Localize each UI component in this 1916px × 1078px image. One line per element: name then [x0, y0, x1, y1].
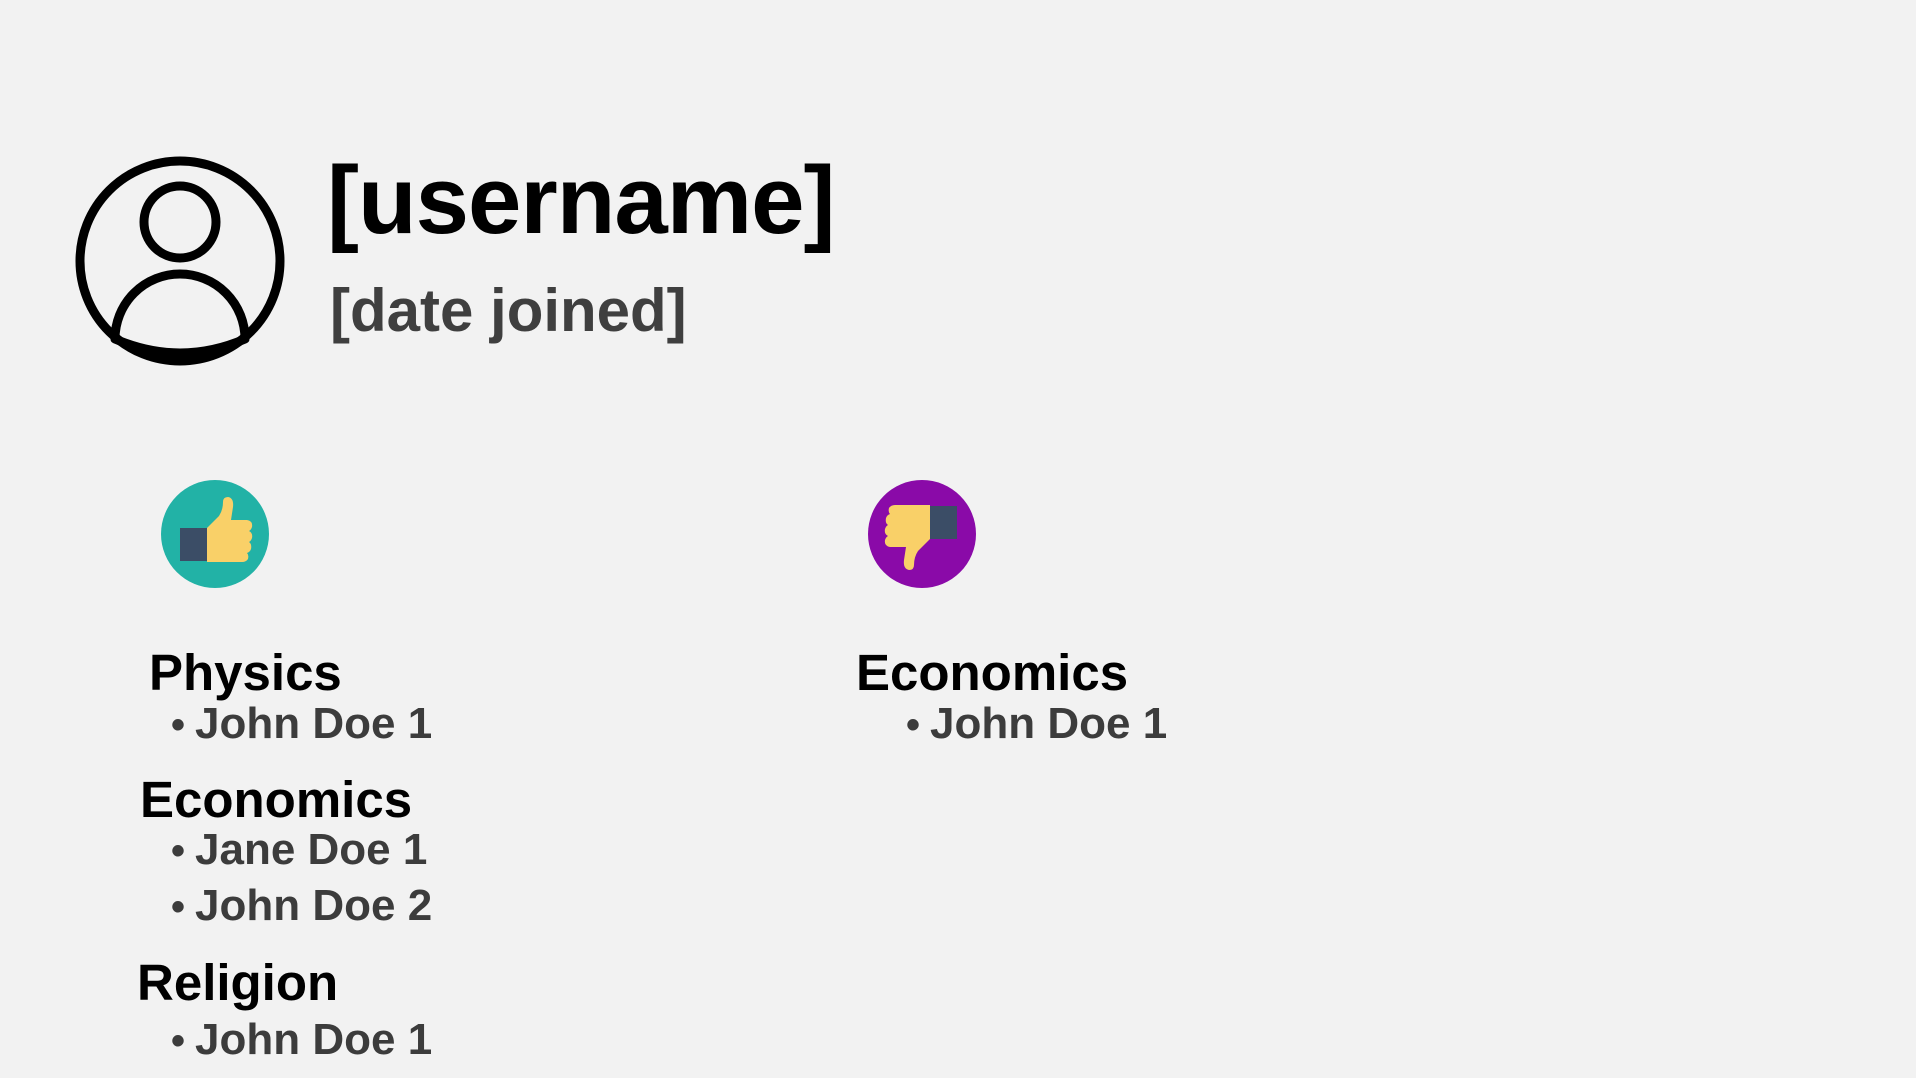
person-name: John Doe 2 — [195, 881, 433, 930]
thumbs-up-icon[interactable] — [161, 480, 269, 588]
username-title: [username] — [327, 147, 835, 254]
bullet: • — [171, 1019, 186, 1063]
person-name: John Doe 1 — [195, 1015, 433, 1064]
person-name: Jane Doe 1 — [195, 825, 428, 874]
likes-topic-physics: Physics — [149, 644, 342, 701]
date-joined-text: [date joined] — [330, 277, 687, 344]
list-item[interactable]: • Jane Doe 1 — [171, 828, 427, 872]
list-item[interactable]: • John Doe 1 — [906, 702, 1167, 746]
avatar[interactable] — [74, 155, 286, 367]
person-name: John Doe 1 — [195, 699, 433, 748]
list-item[interactable]: • John Doe 1 — [171, 1018, 432, 1062]
dislikes-topic-economics: Economics — [856, 644, 1129, 701]
likes-topic-economics: Economics — [140, 771, 413, 828]
thumbs-down-icon[interactable] — [868, 480, 976, 588]
bullet: • — [171, 703, 186, 747]
bullet: • — [171, 885, 186, 929]
bullet: • — [171, 829, 186, 873]
bullet: • — [906, 703, 921, 747]
user-circle-icon — [75, 156, 285, 366]
person-name: John Doe 1 — [930, 699, 1168, 748]
likes-topic-religion: Religion — [137, 954, 339, 1011]
list-item[interactable]: • John Doe 1 — [171, 702, 432, 746]
list-item[interactable]: • John Doe 2 — [171, 884, 432, 928]
